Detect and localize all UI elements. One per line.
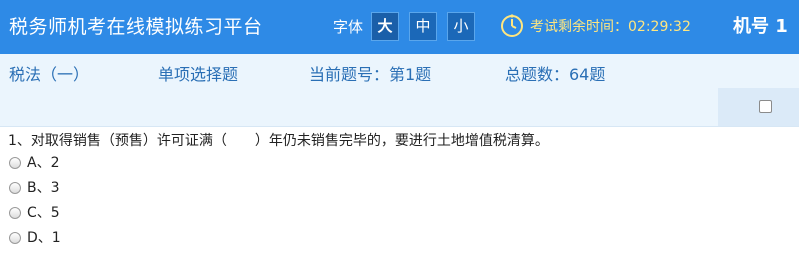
option-a-radio[interactable] [9,157,21,169]
exam-timer: 考试剩余时间：02:29:32 [530,19,691,35]
option-d-label: D、1 [27,230,61,246]
machine-number: 机号 1 [733,16,788,37]
app-title: 税务师机考在线模拟练习平台 [9,16,263,38]
question-type: 单项选择题 [158,65,239,84]
total-question-count: 总题数：64题 [505,65,606,84]
mark-question-panel [718,88,799,126]
clock-icon [501,14,523,37]
header-bar: 税务师机考在线模拟练习平台 字体 大 中 小 考试剩余时间：02:29:32 机… [0,0,799,54]
font-medium-button[interactable]: 中 [409,12,437,41]
option-a-label: A、2 [27,155,60,171]
question-info-bar: 税法（一） 单项选择题 当前题号：第1题 总题数：64题 [0,54,799,127]
option-b-radio[interactable] [9,182,21,194]
font-size-label: 字体 [333,18,364,36]
option-c-radio[interactable] [9,207,21,219]
font-small-button[interactable]: 小 [447,12,475,41]
font-large-button[interactable]: 大 [371,12,399,41]
question-text: 1、对取得销售（预售）许可证满（ ）年仍未销售完毕的，要进行土地增值税清算。 [8,133,549,149]
option-b-label: B、3 [27,180,60,196]
option-c-label: C、5 [27,205,60,221]
option-d-radio[interactable] [9,232,21,244]
mark-question-checkbox[interactable] [759,100,772,113]
subject-name: 税法（一） [9,65,90,84]
current-question-number: 当前题号：第1题 [309,65,432,84]
